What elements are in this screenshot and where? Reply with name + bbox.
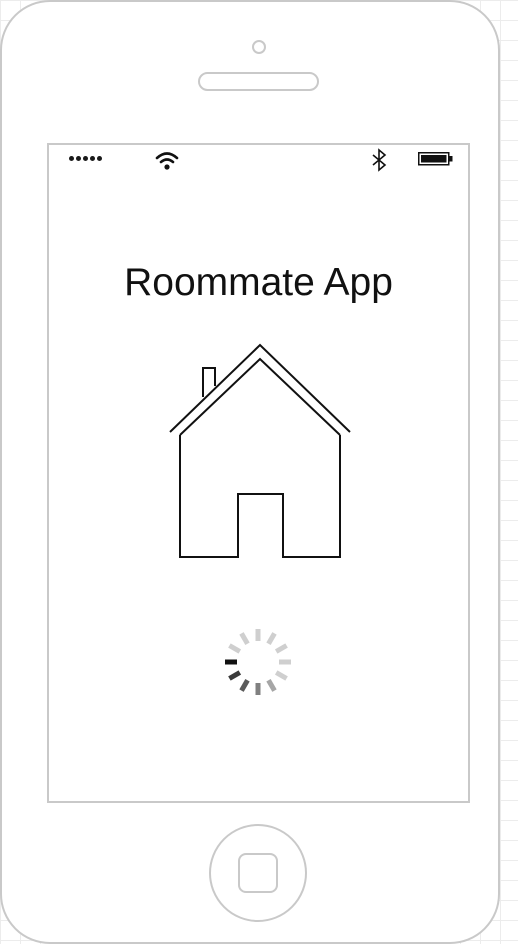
battery-icon <box>418 152 453 166</box>
home-button-square <box>238 853 278 893</box>
spinner-spoke <box>266 632 277 646</box>
spinner-spoke <box>228 670 242 681</box>
phone-screen: Roommate App <box>47 143 470 803</box>
spinner-spoke <box>228 643 242 654</box>
spinner-spoke <box>274 670 288 681</box>
activity-spinner-icon <box>225 629 291 695</box>
signal-dots-icon <box>69 156 102 161</box>
wifi-icon <box>155 152 179 170</box>
spinner-spoke <box>239 678 250 692</box>
phone-frame: Roommate App <box>0 0 500 944</box>
spinner-spoke <box>274 643 288 654</box>
home-button[interactable] <box>209 824 307 922</box>
app-title: Roommate App <box>124 261 393 304</box>
spinner-spoke <box>266 678 277 692</box>
bluetooth-icon <box>372 148 387 172</box>
earpiece-speaker <box>198 72 319 91</box>
spinner-spoke <box>239 632 250 646</box>
front-camera <box>252 40 266 54</box>
status-bar <box>49 145 468 175</box>
house-icon <box>169 343 351 558</box>
